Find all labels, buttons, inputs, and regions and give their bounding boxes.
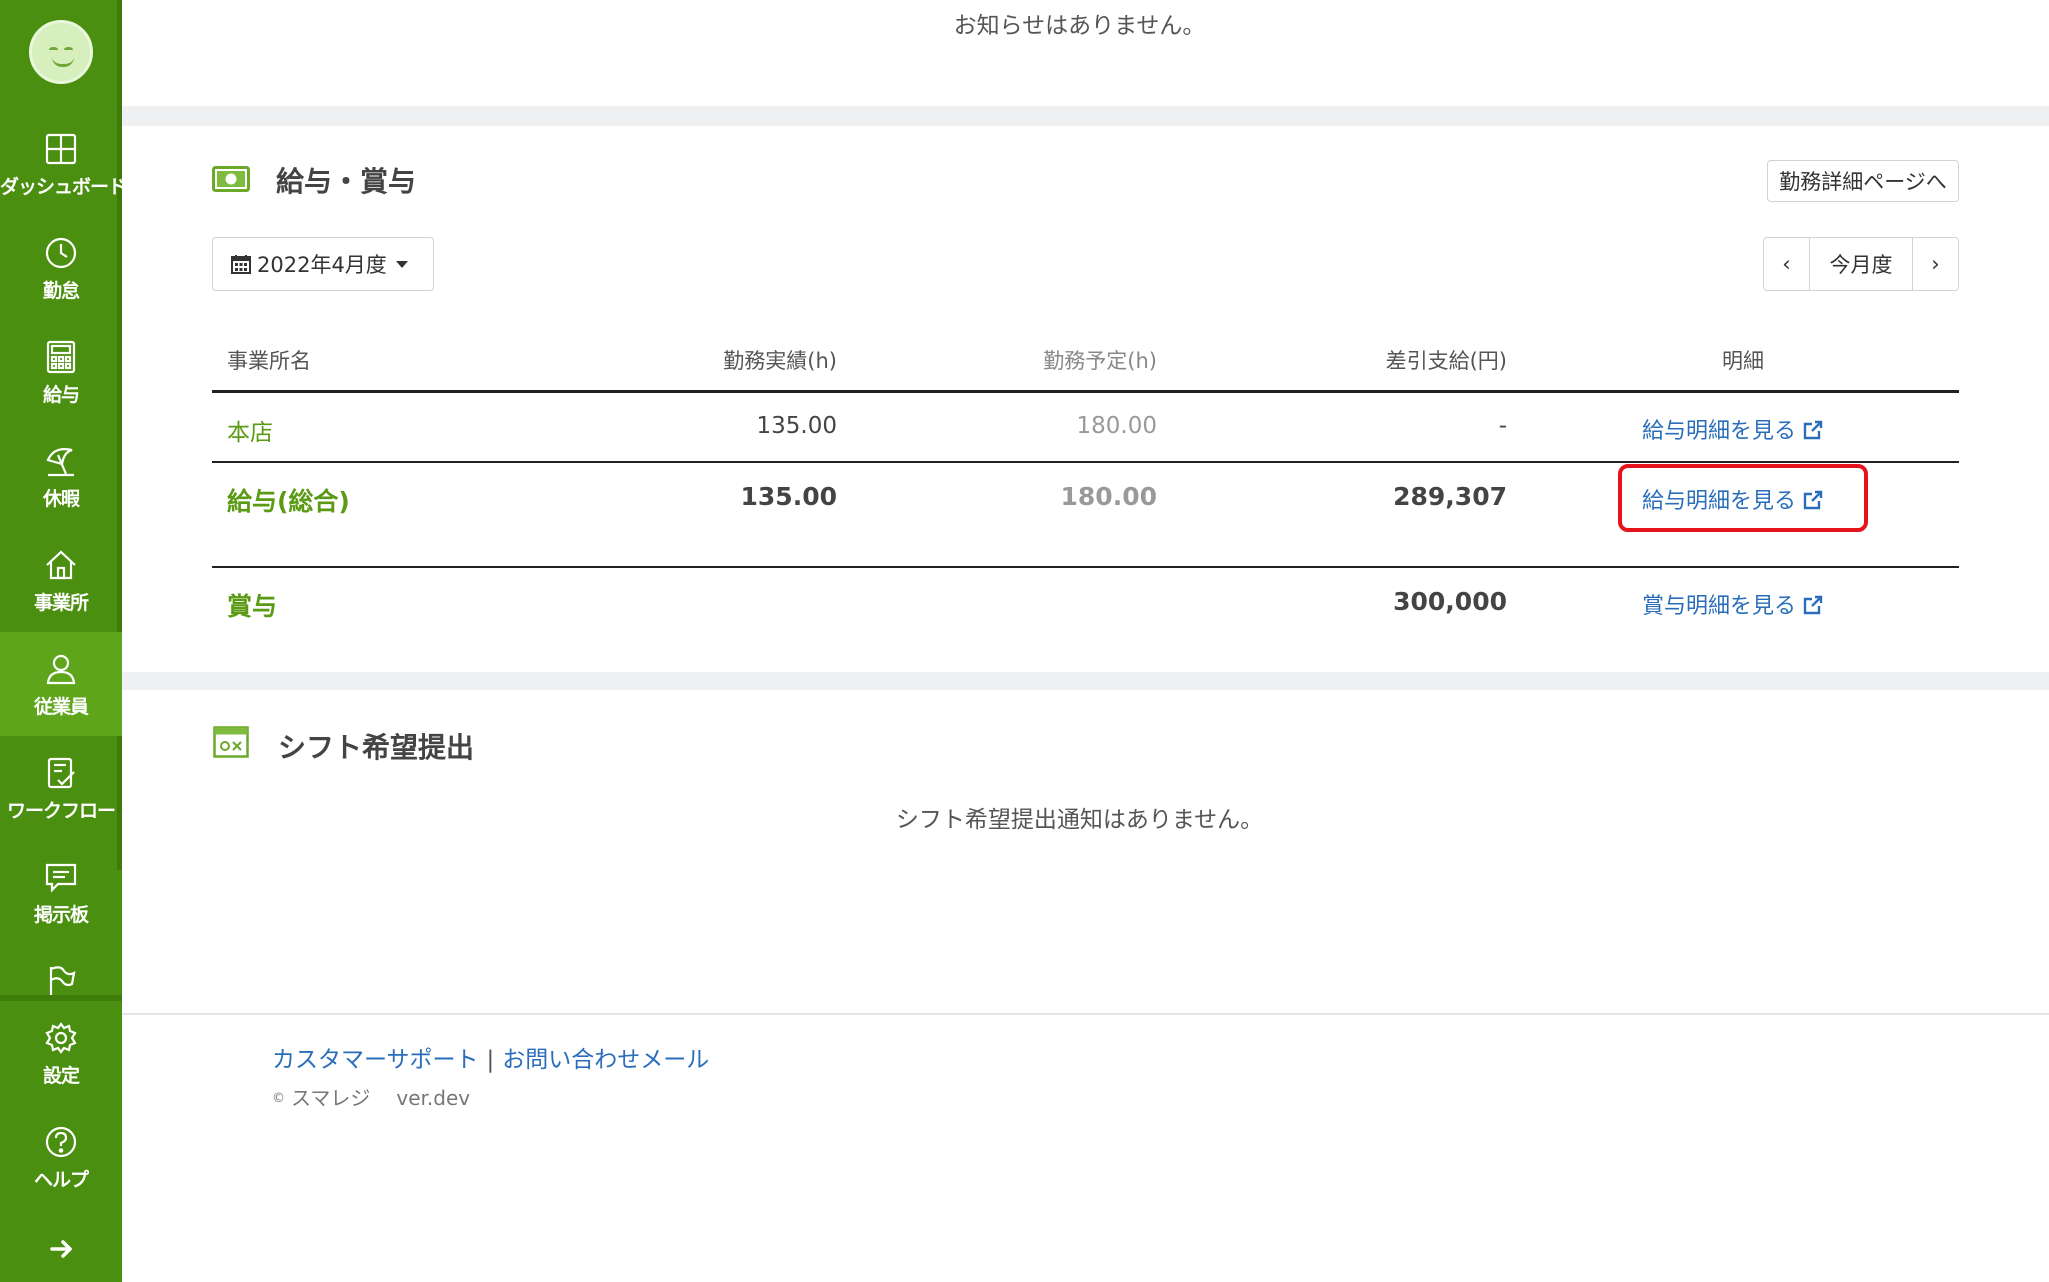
shift-section-title: シフト希望提出 [278,731,475,764]
footer-divider [122,1013,2049,1015]
sidebar-item-label: ワークフロー [6,800,116,822]
sidebar-item-dashboard[interactable]: ダッシュボード [0,112,127,216]
sidebar-item-label: 設定 [42,1065,80,1087]
contact-mail-link[interactable]: お問い合わせメール [502,1047,709,1073]
table-row-rule [212,461,1959,463]
planned-hours: 180.00 [1060,482,1157,511]
brand-name: スマレジ [291,1086,371,1110]
section-separator [122,106,2049,126]
section-separator [122,672,2049,690]
logo-eye-icon [49,47,58,52]
sidebar-item-employees[interactable]: 従業員 [0,632,122,736]
sidebar-item-payroll[interactable]: 給与 [0,320,122,424]
flag-icon [49,966,76,996]
actual-hours: 135.00 [756,413,837,439]
sidebar-item-label: 従業員 [33,696,89,718]
message-icon [45,863,77,893]
prev-month-button[interactable]: ‹ [1764,238,1809,290]
month-select[interactable]: 2022年4月度 [212,237,434,291]
net-pay: - [1498,413,1507,439]
logo-smile-icon [52,57,74,67]
table-row-rule [212,566,1959,568]
office-name[interactable]: 本店 [227,413,273,447]
external-link-icon [1803,595,1823,615]
notice-empty-message: お知らせはありません。 [953,13,1206,39]
home-icon [46,550,76,580]
help-icon [45,1126,77,1158]
current-month-button[interactable]: 今月度 [1809,238,1913,290]
logo-eye-icon [64,47,73,52]
actual-hours: 135.00 [740,482,837,511]
money-icon [212,166,250,192]
footer-links: カスタマーサポート | お問い合わせメール [272,1040,709,1074]
sidebar-item-label: ヘルプ [33,1169,89,1191]
column-header-net-pay: 差引支給(円) [1385,349,1507,373]
sidebar-item-label: ダッシュボード [0,176,127,198]
table-header-rule [212,390,1959,393]
net-pay: 289,307 [1393,482,1507,511]
sidebar-item-settings[interactable]: 設定 [0,1001,122,1105]
shift-empty-message: シフト希望提出通知はありません。 [895,807,1264,833]
copyright: © スマレジ ver.dev [272,1082,470,1111]
office-name: 賞与 [227,592,278,621]
work-detail-button[interactable]: 勤務詳細ページへ [1767,160,1959,202]
person-icon [46,654,76,685]
sidebar-item-workflow[interactable]: ワークフロー [0,736,122,840]
external-link-icon [1803,420,1823,440]
calendar-ox-icon [213,726,249,758]
logo[interactable] [29,20,93,84]
column-header-office: 事業所名 [227,349,311,373]
dashboard-icon [45,133,77,165]
month-select-value: 2022年4月度 [257,253,387,277]
footer-separator: | [486,1047,495,1073]
calculator-icon [46,340,76,374]
clock-icon [45,237,77,269]
view-payslip-link[interactable]: 給与明細を見る [1642,413,1824,445]
sidebar-item-attendance[interactable]: 勤怠 [0,216,122,320]
gear-icon [45,1022,77,1054]
column-header-actual-hours: 勤務実績(h) [723,349,837,373]
calendar-icon [231,255,251,274]
column-header-statement: 明細 [1722,349,1764,373]
beach-umbrella-icon [46,448,74,477]
sidebar-item-label: 休暇 [42,488,80,510]
sidebar-item-office[interactable]: 事業所 [0,528,122,632]
copyright-mark: © [272,1091,285,1106]
sidebar-item-label: 掲示板 [33,904,89,926]
view-bonus-statement-link[interactable]: 賞与明細を見る [1642,588,1824,620]
sidebar: ダッシュボード 勤怠 給与 休暇 事業所 従業員 ワークフロー 掲示板 設定 ヘ… [0,0,127,1282]
planned-hours: 180.00 [1076,413,1157,439]
customer-support-link[interactable]: カスタマーサポート [272,1047,479,1073]
office-name: 給与(総合) [227,487,350,516]
view-payslip-label: 給与明細を見る [1642,419,1797,444]
main-content: お知らせはありません。 給与・賞与 勤務詳細ページへ 2022年4月度 ‹ 今月… [122,0,2049,1282]
version-text: ver.dev [396,1086,471,1110]
sidebar-item-label: 給与 [42,384,80,406]
sidebar-item-board[interactable]: 掲示板 [0,840,122,944]
checklist-icon [47,757,75,789]
sidebar-item-leave[interactable]: 休暇 [0,424,122,528]
sidebar-item-label: 勤怠 [42,280,80,302]
caret-down-icon [395,261,408,268]
sidebar-item-label: 事業所 [33,592,89,614]
arrow-right-icon[interactable] [44,1232,78,1266]
highlight-box [1618,464,1868,532]
net-pay: 300,000 [1393,587,1507,616]
payroll-section-title: 給与・賞与 [276,165,417,198]
column-header-planned-hours: 勤務予定(h) [1043,349,1157,373]
view-bonus-statement-label: 賞与明細を見る [1642,594,1797,619]
month-pager: ‹ 今月度 › [1763,237,1959,291]
next-month-button[interactable]: › [1913,238,1958,290]
sidebar-item-help[interactable]: ヘルプ [0,1105,122,1209]
sidebar-item-flag[interactable] [0,944,122,996]
